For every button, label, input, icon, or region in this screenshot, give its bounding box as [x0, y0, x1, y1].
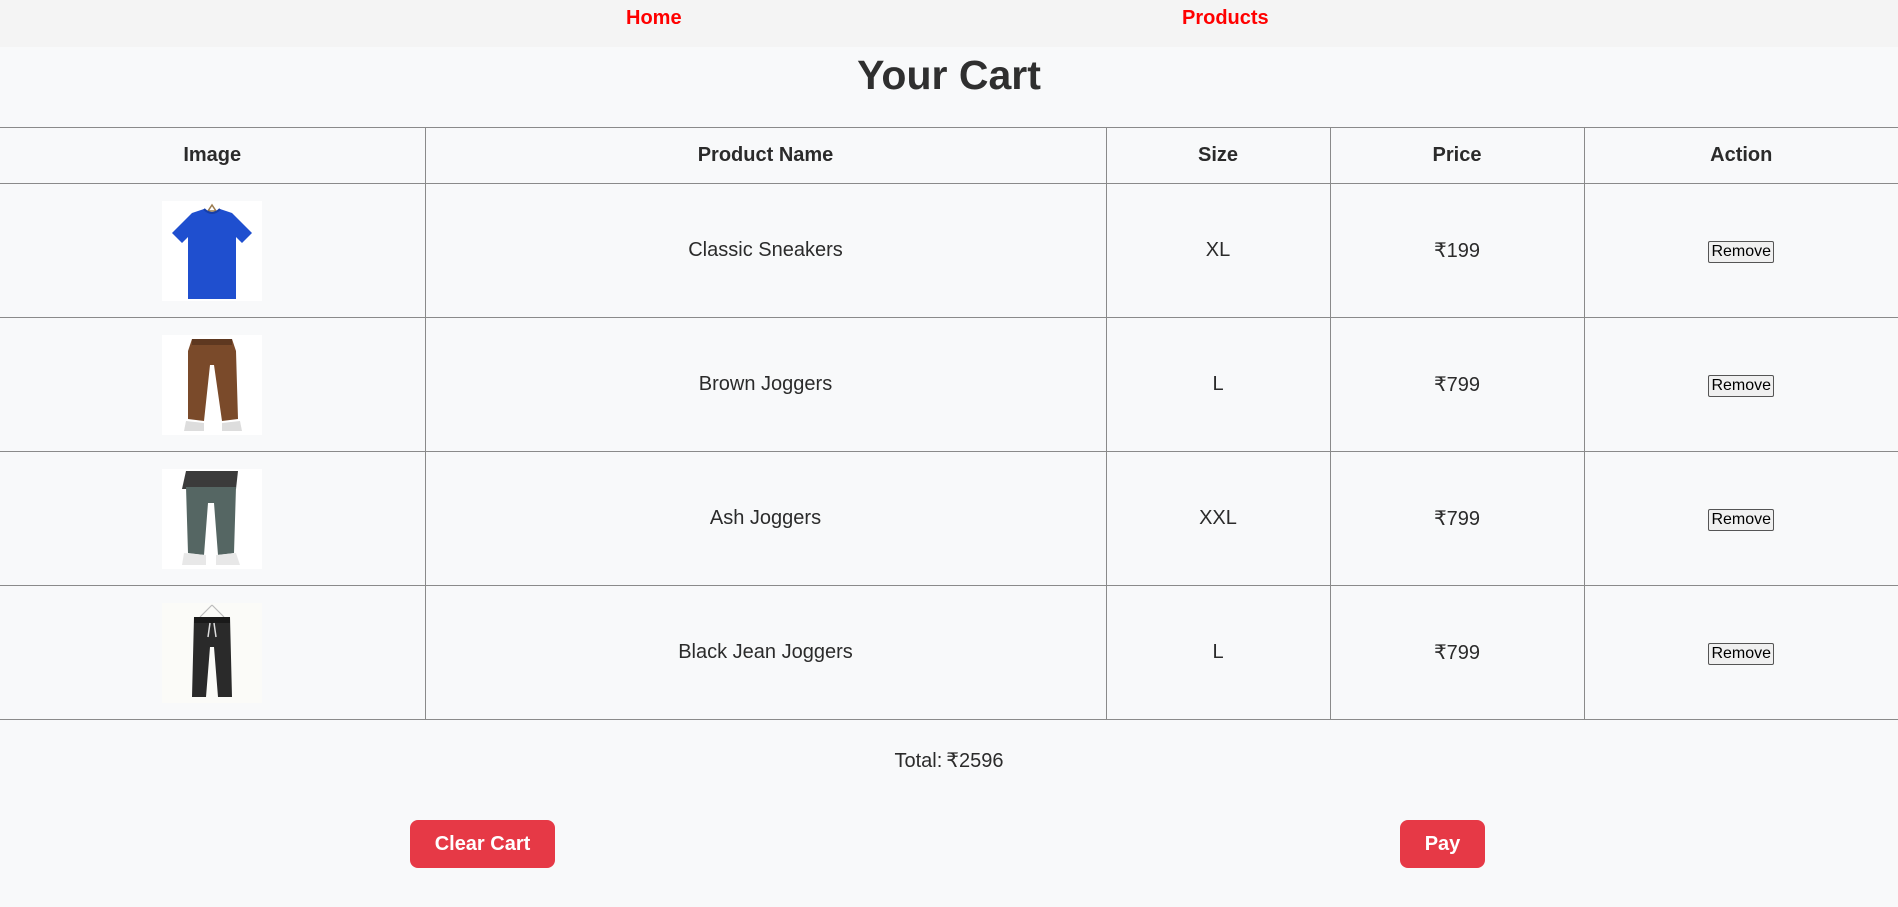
remove-button[interactable]: Remove [1708, 508, 1775, 531]
cart-table: Image Product Name Size Price Action Cla… [0, 127, 1898, 720]
action-cell: Remove [1583, 451, 1898, 586]
product-name: Classic Sneakers [424, 183, 1107, 318]
header-price: Price [1329, 127, 1585, 184]
image-cell [0, 183, 426, 318]
total-label: Total: [894, 750, 943, 772]
brown-joggers-image [162, 334, 263, 435]
table-header-row: Image Product Name Size Price Action [0, 127, 1898, 184]
product-name: Black Jean Joggers [424, 585, 1107, 720]
action-cell: Remove [1583, 317, 1898, 452]
header-image: Image [0, 127, 426, 184]
nav-products-link[interactable]: Products [1182, 7, 1269, 30]
cart-total: Total: ₹2596 [0, 748, 1898, 773]
action-cell: Remove [1583, 585, 1898, 720]
top-nav: Home Products [0, 0, 1898, 47]
nav-home-link[interactable]: Home [626, 7, 682, 30]
image-cell [0, 585, 426, 720]
product-price: ₹199 [1329, 183, 1585, 318]
remove-button[interactable]: Remove [1708, 642, 1775, 665]
product-size: L [1105, 585, 1331, 720]
header-size: Size [1105, 127, 1331, 184]
total-value: ₹2596 [946, 750, 1004, 772]
product-size: L [1105, 317, 1331, 452]
table-row: Ash Joggers XXL ₹799 Remove [0, 451, 1898, 586]
remove-button[interactable]: Remove [1708, 374, 1775, 397]
pay-button[interactable]: Pay [1400, 820, 1485, 868]
product-price: ₹799 [1329, 317, 1585, 452]
product-price: ₹799 [1329, 451, 1585, 586]
header-product-name: Product Name [424, 127, 1107, 184]
header-action: Action [1583, 127, 1898, 184]
product-size: XXL [1105, 451, 1331, 586]
ash-joggers-image [162, 468, 263, 569]
product-name: Ash Joggers [424, 451, 1107, 586]
action-cell: Remove [1583, 183, 1898, 318]
image-cell [0, 317, 426, 452]
page-title: Your Cart [857, 52, 1041, 98]
blue-tshirt-image [162, 200, 263, 301]
clear-cart-button[interactable]: Clear Cart [410, 820, 555, 868]
table-row: Black Jean Joggers L ₹799 Remove [0, 585, 1898, 720]
image-cell [0, 451, 426, 586]
product-size: XL [1105, 183, 1331, 318]
product-price: ₹799 [1329, 585, 1585, 720]
table-row: Brown Joggers L ₹799 Remove [0, 317, 1898, 452]
black-joggers-image [162, 602, 263, 703]
product-name: Brown Joggers [424, 317, 1107, 452]
table-row: Classic Sneakers XL ₹199 Remove [0, 183, 1898, 318]
remove-button[interactable]: Remove [1708, 240, 1775, 263]
